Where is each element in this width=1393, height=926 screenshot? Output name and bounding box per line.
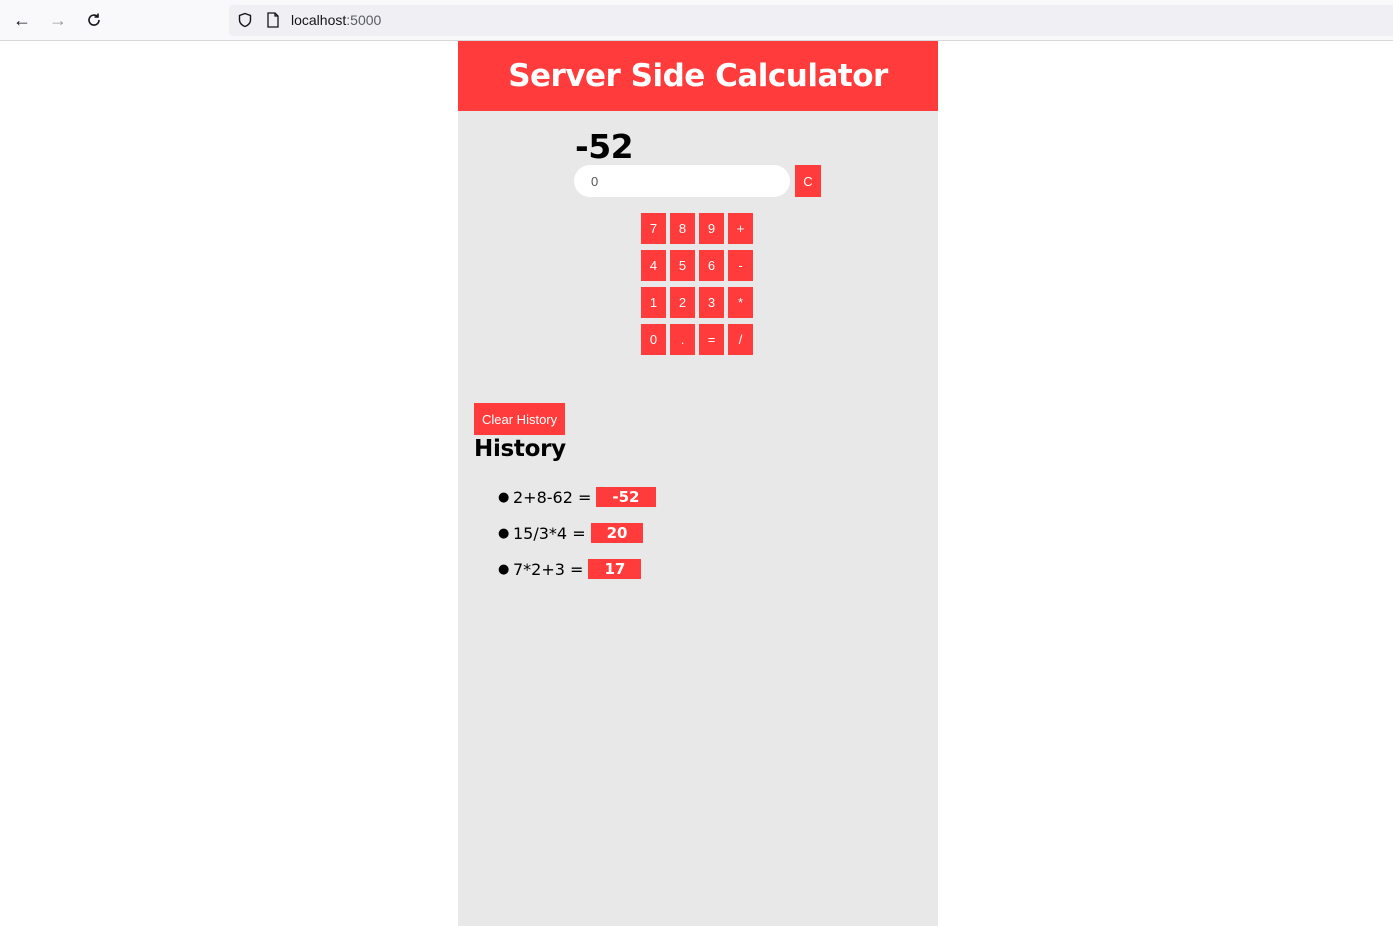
history-expression: 15/3*4 = (513, 523, 586, 543)
key-divide[interactable]: / (728, 324, 753, 355)
key-4[interactable]: 4 (641, 250, 666, 281)
key-1[interactable]: 1 (641, 287, 666, 318)
url-text: localhost:5000 (291, 12, 382, 28)
clear-button[interactable]: C (795, 165, 821, 197)
bullet-icon: ● (498, 561, 510, 577)
history-answer: 20 (590, 523, 644, 543)
calculator-app: Server Side Calculator -52 C 7 8 9 + 4 5… (458, 41, 938, 926)
keypad: 7 8 9 + 4 5 6 - 1 2 3 * 0 . = / (641, 213, 753, 355)
key-decimal[interactable]: . (670, 324, 695, 355)
key-multiply[interactable]: * (728, 287, 753, 318)
shield-icon[interactable] (237, 12, 253, 28)
history-list: ● 2+8-62 = -52 ● 15/3*4 = 20 ● 7*2+3 = 1… (498, 479, 656, 587)
result-display: -52 (575, 127, 634, 166)
reload-icon[interactable] (82, 8, 106, 32)
key-6[interactable]: 6 (699, 250, 724, 281)
history-item: ● 2+8-62 = -52 (498, 479, 656, 515)
bullet-icon: ● (498, 525, 510, 541)
history-expression: 2+8-62 = (513, 487, 592, 507)
bullet-icon: ● (498, 489, 510, 505)
clear-history-button[interactable]: Clear History (474, 403, 566, 435)
address-bar[interactable]: localhost:5000 (229, 5, 1393, 36)
key-plus[interactable]: + (728, 213, 753, 244)
forward-arrow-icon[interactable]: → (46, 8, 70, 32)
key-0[interactable]: 0 (641, 324, 666, 355)
key-9[interactable]: 9 (699, 213, 724, 244)
browser-toolbar: ← → localhost:5000 (0, 0, 1393, 41)
key-2[interactable]: 2 (670, 287, 695, 318)
page-icon (267, 12, 279, 28)
key-3[interactable]: 3 (699, 287, 724, 318)
history-title: History (474, 436, 566, 462)
key-8[interactable]: 8 (670, 213, 695, 244)
history-item: ● 15/3*4 = 20 (498, 515, 656, 551)
key-equals[interactable]: = (699, 324, 724, 355)
app-title: Server Side Calculator (508, 58, 888, 94)
history-answer: -52 (596, 487, 656, 507)
key-5[interactable]: 5 (670, 250, 695, 281)
back-arrow-icon[interactable]: ← (10, 8, 34, 32)
app-header: Server Side Calculator (458, 41, 938, 111)
history-item: ● 7*2+3 = 17 (498, 551, 656, 587)
history-answer: 17 (588, 559, 642, 579)
key-minus[interactable]: - (728, 250, 753, 281)
expression-input[interactable] (574, 165, 790, 197)
history-expression: 7*2+3 = (513, 559, 584, 579)
key-7[interactable]: 7 (641, 213, 666, 244)
